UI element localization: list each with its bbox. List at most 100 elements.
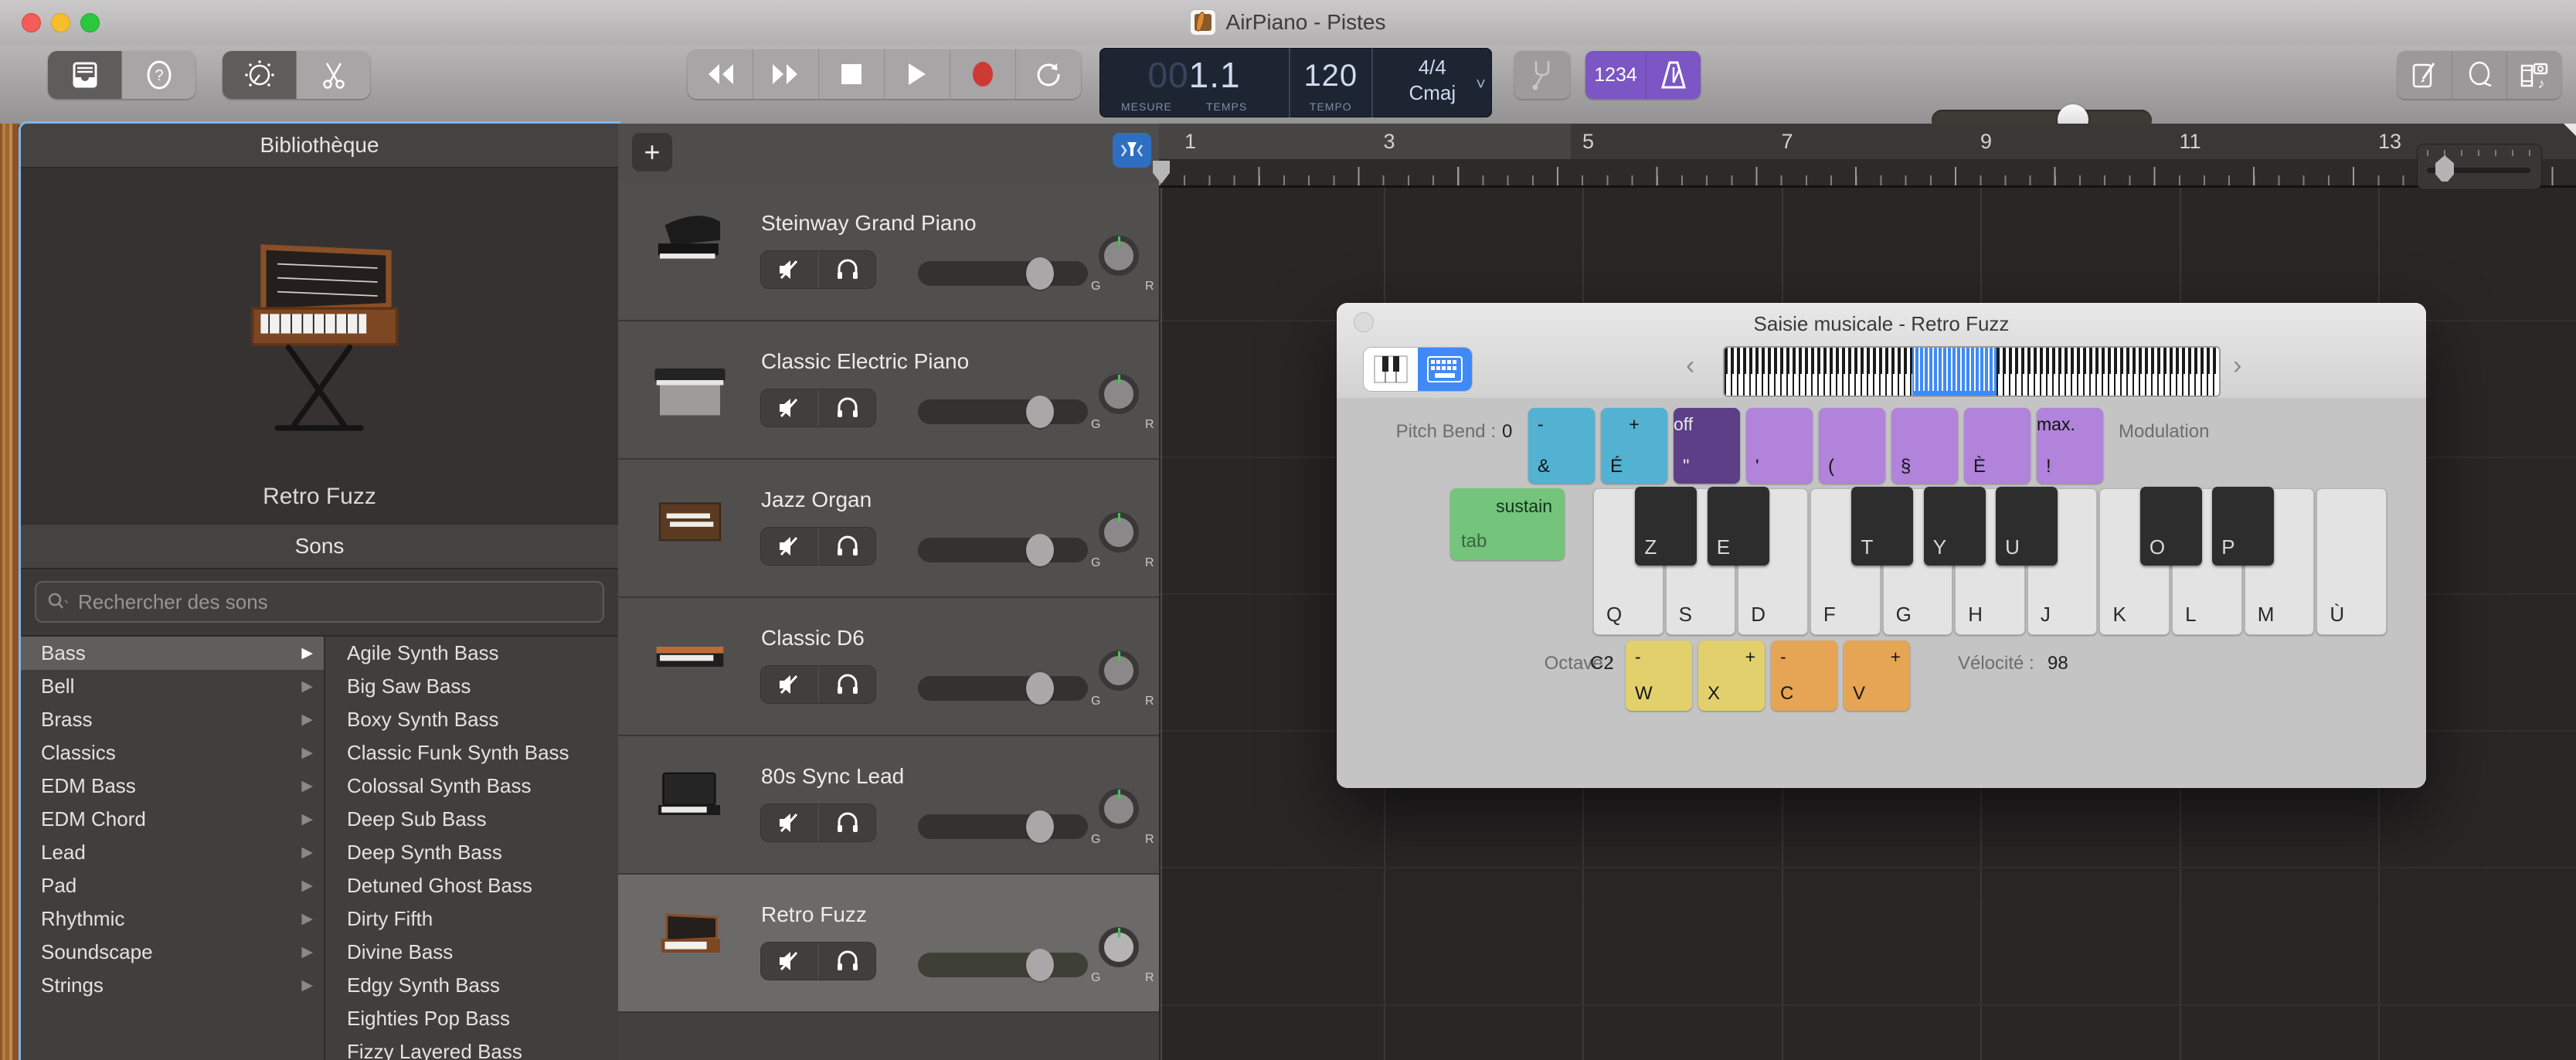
solo-button[interactable] xyxy=(818,528,875,565)
track-volume-slider[interactable] xyxy=(918,399,1088,424)
piano-view-button[interactable] xyxy=(1364,348,1418,391)
octave-velocity-key[interactable]: - C xyxy=(1771,640,1837,711)
pan-knob[interactable] xyxy=(1099,374,1139,414)
solo-button[interactable] xyxy=(818,251,875,288)
pan-knob[interactable] xyxy=(1099,789,1139,829)
quick-help-button[interactable]: ? xyxy=(121,51,195,99)
ruler[interactable]: 135791113 xyxy=(1159,124,2576,159)
category-item[interactable]: Bell ▶ xyxy=(21,670,324,703)
white-key[interactable]: Ù xyxy=(2316,488,2387,635)
tuner-button[interactable] xyxy=(1514,51,1570,99)
octave-left-chevron[interactable]: ‹ xyxy=(1686,351,1694,381)
mute-button[interactable] xyxy=(761,666,818,703)
patch-item[interactable]: Dirty Fifth xyxy=(325,902,618,936)
solo-button[interactable] xyxy=(818,804,875,841)
octave-velocity-key[interactable]: - W xyxy=(1626,640,1692,711)
track-volume-thumb[interactable] xyxy=(1026,949,1054,981)
pitch-mod-key[interactable]: ( xyxy=(1819,408,1885,484)
keyboard-overview[interactable] xyxy=(1723,346,2221,397)
patch-item[interactable]: Classic Funk Synth Bass xyxy=(325,736,618,770)
black-key[interactable]: O xyxy=(2140,487,2202,566)
patch-item[interactable]: Colossal Synth Bass xyxy=(325,770,618,803)
mute-button[interactable] xyxy=(761,389,818,426)
track-volume-slider[interactable] xyxy=(918,953,1088,977)
patch-item[interactable]: Big Saw Bass xyxy=(325,670,618,703)
mute-button[interactable] xyxy=(761,804,818,841)
black-key[interactable]: E xyxy=(1708,487,1769,566)
library-toggle-button[interactable] xyxy=(48,51,121,99)
pan-knob[interactable] xyxy=(1099,236,1139,276)
timeline-zoom-slider[interactable] xyxy=(2417,144,2542,190)
mute-button[interactable] xyxy=(761,251,818,288)
stop-button[interactable] xyxy=(818,49,884,99)
pan-knob[interactable] xyxy=(1099,927,1139,967)
patch-item[interactable]: Deep Sub Bass xyxy=(325,803,618,836)
sustain-key[interactable]: sustain tab xyxy=(1450,488,1565,560)
patch-item[interactable]: Agile Synth Bass xyxy=(325,637,618,670)
pan-knob[interactable] xyxy=(1099,512,1139,552)
loop-browser-button[interactable] xyxy=(2452,51,2506,99)
count-in-button[interactable]: 1234 xyxy=(1585,51,1646,99)
smart-controls-button[interactable] xyxy=(223,51,296,99)
octave-velocity-key[interactable]: + X xyxy=(1698,640,1765,711)
patch-item[interactable]: Detuned Ghost Bass xyxy=(325,869,618,902)
patch-item[interactable]: Fizzy Layered Bass xyxy=(325,1035,618,1060)
solo-button[interactable] xyxy=(818,943,875,980)
track-volume-slider[interactable] xyxy=(918,538,1088,562)
play-button[interactable] xyxy=(884,49,950,99)
black-key[interactable]: Y xyxy=(1924,487,1986,566)
pitch-mod-key[interactable]: ' xyxy=(1746,408,1813,484)
track-row[interactable]: Classic D6 xyxy=(618,598,1159,736)
typing-view-button[interactable] xyxy=(1418,348,1472,391)
track-volume-thumb[interactable] xyxy=(1026,257,1054,290)
corner-resize-widget[interactable] xyxy=(2564,124,2576,136)
octave-right-chevron[interactable]: › xyxy=(2233,351,2241,381)
octave-velocity-key[interactable]: + V xyxy=(1844,640,1910,711)
pitch-mod-key[interactable]: + É xyxy=(1601,408,1667,484)
chevron-down-icon[interactable]: ˅ xyxy=(1476,74,1486,94)
track-row[interactable]: Jazz Organ xyxy=(618,460,1159,598)
cycle-button[interactable] xyxy=(1015,49,1081,99)
solo-button[interactable] xyxy=(818,389,875,426)
mute-button[interactable] xyxy=(761,528,818,565)
pitch-mod-key[interactable]: off " xyxy=(1674,408,1740,484)
black-key[interactable]: U xyxy=(1996,487,2058,566)
ruler-ticks[interactable] xyxy=(1159,159,2576,188)
black-key[interactable]: Z xyxy=(1635,487,1697,566)
category-item[interactable]: Strings ▶ xyxy=(21,969,324,1002)
track-volume-thumb[interactable] xyxy=(1026,810,1054,843)
mute-button[interactable] xyxy=(761,943,818,980)
track-volume-thumb[interactable] xyxy=(1026,534,1054,566)
notepad-button[interactable] xyxy=(2398,51,2452,99)
track-row[interactable]: Steinway Grand Piano xyxy=(618,183,1159,321)
category-item[interactable]: Rhythmic ▶ xyxy=(21,902,324,936)
active-octave-range[interactable] xyxy=(1912,346,1997,397)
black-key[interactable]: T xyxy=(1851,487,1913,566)
category-item[interactable]: EDM Chord ▶ xyxy=(21,803,324,836)
patch-item[interactable]: Edgy Synth Bass xyxy=(325,969,618,1002)
patch-item[interactable]: Boxy Synth Bass xyxy=(325,703,618,736)
track-volume-thumb[interactable] xyxy=(1026,396,1054,428)
record-button[interactable] xyxy=(950,49,1015,99)
category-item[interactable]: Pad ▶ xyxy=(21,869,324,902)
pitch-mod-key[interactable]: - & xyxy=(1528,408,1595,484)
patch-item[interactable]: Eighties Pop Bass xyxy=(325,1002,618,1035)
category-item[interactable]: EDM Bass ▶ xyxy=(21,770,324,803)
patch-item[interactable]: Deep Synth Bass xyxy=(325,836,618,869)
media-browser-button[interactable]: ♪ xyxy=(2506,51,2561,99)
track-volume-slider[interactable] xyxy=(918,676,1088,701)
track-row[interactable]: Classic Electric Piano xyxy=(618,321,1159,460)
zoom-slider-handle[interactable] xyxy=(2435,155,2455,182)
track-volume-thumb[interactable] xyxy=(1026,672,1054,705)
lcd-display[interactable]: 001.1 MESURE TEMPS 120 TEMPO 4/4 Cmaj ˅ xyxy=(1099,48,1492,117)
pan-knob[interactable] xyxy=(1099,651,1139,691)
category-item[interactable]: Lead ▶ xyxy=(21,836,324,869)
black-key[interactable]: P xyxy=(2212,487,2274,566)
search-input[interactable]: Rechercher des sons xyxy=(35,581,604,623)
track-volume-slider[interactable] xyxy=(918,814,1088,839)
category-item[interactable]: Soundscape ▶ xyxy=(21,936,324,969)
track-row[interactable]: Retro Fuzz xyxy=(618,875,1159,1013)
patch-item[interactable]: Divine Bass xyxy=(325,936,618,969)
fast-forward-button[interactable] xyxy=(753,49,818,99)
pitch-mod-key[interactable]: max. ! xyxy=(2037,408,2103,484)
